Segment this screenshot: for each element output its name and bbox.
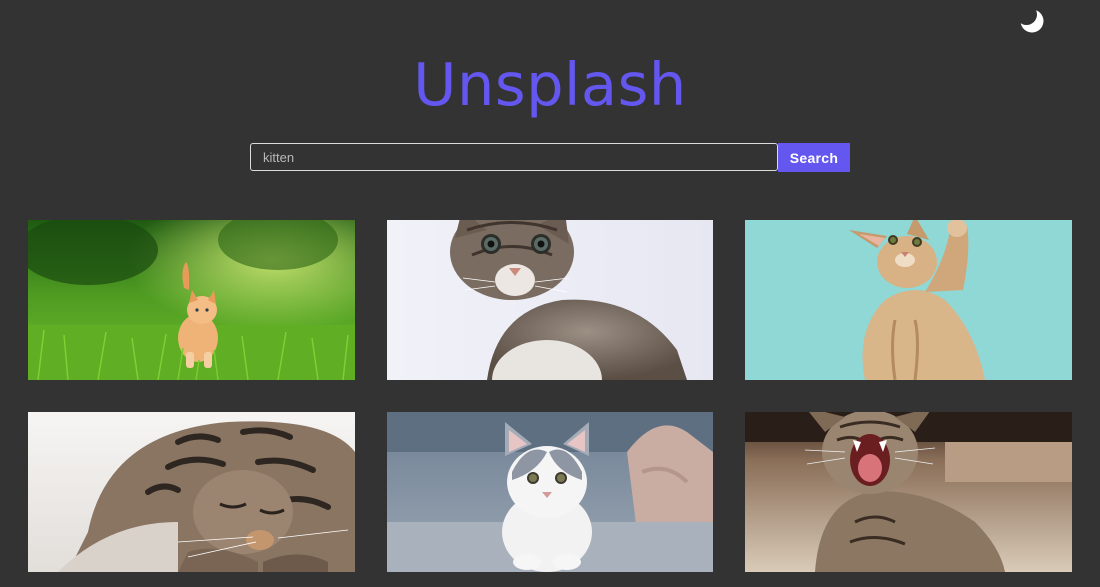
result-image-5[interactable] [387,412,714,572]
result-image-2[interactable] [387,220,714,380]
result-image-1[interactable] [28,220,355,380]
moon-icon [1020,9,1044,33]
result-image-6[interactable] [745,412,1072,572]
yawning-tabby-kitten-photo [745,412,1072,572]
tabby-kitten-on-white-photo [387,220,713,380]
sleeping-tabby-kitten-photo [28,412,355,572]
search-input[interactable] [250,143,778,171]
result-image-3[interactable] [745,220,1072,380]
theme-toggle-button[interactable] [1017,6,1047,36]
page-title: Unsplash [413,50,687,119]
white-grey-kitten-on-sofa-photo [387,412,713,572]
orange-kitten-in-grass-photo [28,220,355,380]
search-button[interactable]: Search [778,143,850,172]
kitten-reaching-up-on-teal-photo [745,220,1072,380]
result-image-4[interactable] [28,412,355,572]
